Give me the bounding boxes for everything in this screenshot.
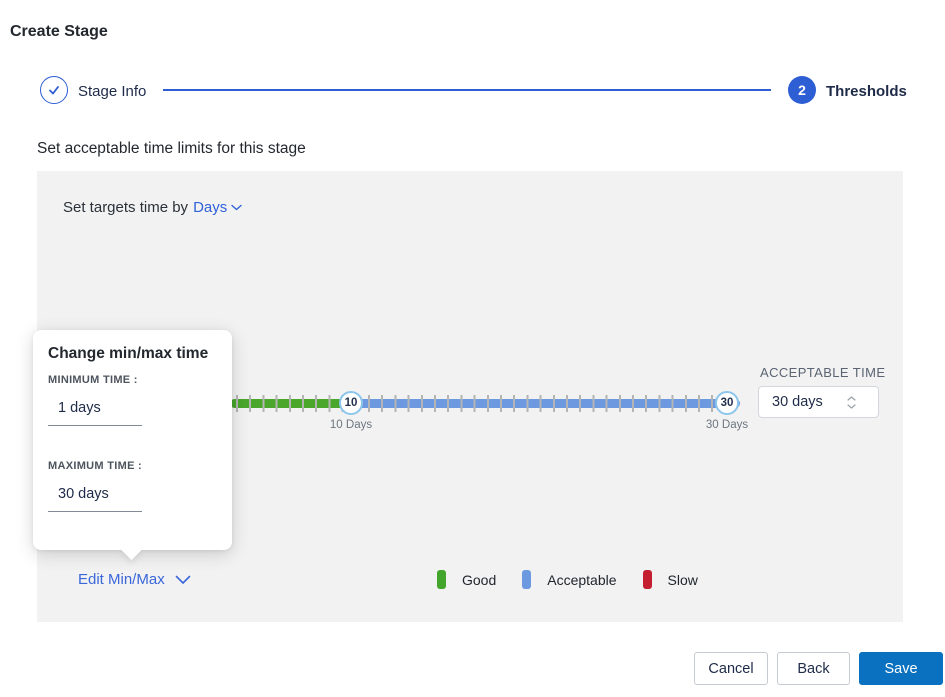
time-range-slider: 10 30 10 Days 30 Days	[230, 395, 740, 412]
legend-item-slow: Slow	[643, 570, 698, 589]
maximum-time-label: MAXIMUM TIME :	[48, 460, 142, 472]
popup-title: Change min/max time	[48, 345, 208, 363]
edit-minmax-label: Edit Min/Max	[78, 571, 165, 588]
chevron-down-icon	[175, 575, 191, 585]
stepper-up-icon[interactable]	[847, 396, 856, 401]
step-stage-info-indicator[interactable]	[40, 76, 68, 104]
set-targets-row: Set targets time by Days	[63, 199, 242, 216]
set-targets-label: Set targets time by	[63, 199, 188, 216]
acceptable-swatch-icon	[522, 570, 531, 589]
targets-unit-dropdown[interactable]: Days	[193, 199, 242, 216]
step-thresholds-label: Thresholds	[826, 83, 907, 100]
maximum-time-input[interactable]	[48, 486, 142, 512]
slider-min-label: 10 Days	[319, 419, 383, 431]
targets-unit-value: Days	[193, 199, 227, 216]
back-button[interactable]: Back	[777, 652, 850, 685]
slider-legend: Good Acceptable Slow	[437, 570, 698, 589]
slow-swatch-icon	[643, 570, 652, 589]
save-button[interactable]: Save	[859, 652, 943, 685]
good-swatch-icon	[437, 570, 446, 589]
legend-item-good: Good	[437, 570, 496, 589]
page-title: Create Stage	[10, 23, 108, 41]
stepper-connector	[163, 89, 771, 91]
step-stage-info-label: Stage Info	[78, 83, 146, 100]
legend-label: Slow	[668, 572, 698, 588]
step-thresholds-indicator[interactable]: 2	[788, 76, 816, 104]
minimum-time-label: MINIMUM TIME :	[48, 374, 138, 386]
slider-max-handle[interactable]: 30	[715, 391, 739, 415]
acceptable-time-stepper	[847, 396, 856, 409]
stepper-down-icon[interactable]	[847, 404, 856, 409]
acceptable-time-field	[758, 386, 879, 418]
slider-max-label: 30 Days	[695, 419, 759, 431]
slider-min-handle[interactable]: 10	[339, 391, 363, 415]
slider-tick-marks	[236, 395, 736, 412]
acceptable-time-label: ACCEPTABLE TIME	[760, 365, 885, 380]
section-subtitle: Set acceptable time limits for this stag…	[37, 140, 306, 158]
legend-label: Good	[462, 572, 496, 588]
legend-label: Acceptable	[547, 572, 616, 588]
minimum-time-input[interactable]	[48, 400, 142, 426]
check-icon	[47, 83, 61, 97]
change-minmax-popup: Change min/max time MINIMUM TIME : MAXIM…	[33, 330, 232, 550]
edit-minmax-toggle[interactable]: Edit Min/Max	[78, 571, 191, 588]
legend-item-acceptable: Acceptable	[522, 570, 616, 589]
cancel-button[interactable]: Cancel	[694, 652, 768, 685]
chevron-down-icon	[231, 204, 242, 211]
acceptable-time-input[interactable]	[759, 394, 845, 410]
